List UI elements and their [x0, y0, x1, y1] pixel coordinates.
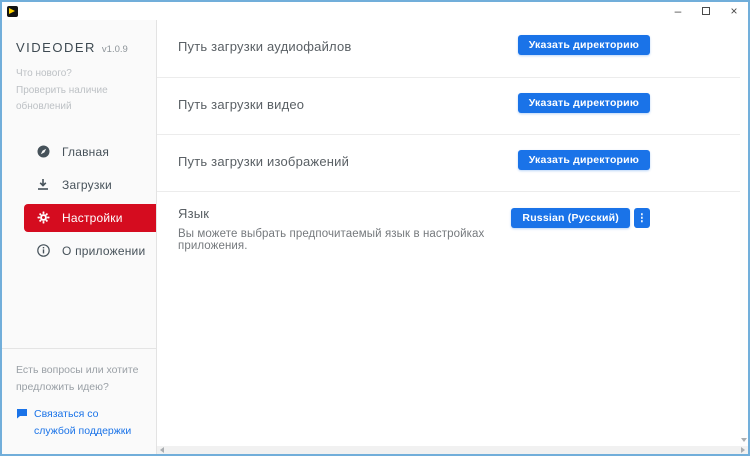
sidebar-item-label: Главная [62, 145, 109, 159]
title-bar: – × [2, 2, 748, 20]
setting-row-images-path: Путь загрузки изображений Указать директ… [157, 135, 740, 192]
language-menu-button[interactable]: ⋮ [634, 208, 650, 228]
support-question-text: Есть вопросы или хотите предложить идею? [16, 362, 142, 396]
choose-directory-button-video[interactable]: Указать директорию [518, 93, 650, 113]
sidebar-footer: Есть вопросы или хотите предложить идею?… [2, 348, 156, 454]
choose-directory-button-images[interactable]: Указать директорию [518, 150, 650, 170]
whats-new-link[interactable]: Что нового? [16, 66, 142, 83]
setting-label: Путь загрузки видео [178, 93, 304, 112]
scroll-left-arrow-icon[interactable] [160, 447, 164, 453]
close-button[interactable]: × [720, 2, 748, 20]
sidebar-header: VIDEODER v1.0.9 Что нового? Проверить на… [2, 20, 156, 116]
horizontal-scrollbar[interactable] [157, 446, 748, 454]
sidebar-item-about[interactable]: О приложении [24, 237, 156, 265]
minimize-button[interactable]: – [664, 2, 692, 20]
maximize-button[interactable] [692, 2, 720, 20]
download-icon [36, 178, 50, 192]
check-updates-link[interactable]: Проверить наличие обновлений [16, 83, 142, 116]
info-icon [36, 244, 50, 258]
contact-support-label: Связаться со службой поддержки [34, 406, 142, 440]
setting-row-video-path: Путь загрузки видео Указать директорию [157, 78, 740, 135]
contact-support-link[interactable]: Связаться со службой поддержки [16, 406, 142, 440]
gear-icon [36, 211, 50, 225]
language-label: Язык [178, 206, 511, 221]
sidebar-item-home[interactable]: Главная [24, 138, 156, 166]
sidebar-item-downloads[interactable]: Загрузки [24, 171, 156, 199]
setting-row-language: Язык Вы можете выбрать предпочитаемый яз… [157, 192, 740, 252]
language-select-button[interactable]: Russian (Русский) [511, 208, 630, 228]
kebab-menu-icon: ⋮ [637, 212, 648, 224]
sidebar-item-label: Настройки [62, 211, 123, 225]
setting-row-audio-path: Путь загрузки аудиофайлов Указать директ… [157, 20, 740, 78]
app-version: v1.0.9 [102, 44, 128, 55]
sidebar-menu: Главная Загрузки [2, 138, 156, 265]
app-logo-icon [7, 6, 18, 17]
language-description: Вы можете выбрать предпочитаемый язык в … [178, 228, 511, 252]
explore-icon [36, 145, 50, 159]
window-controls: – × [664, 2, 748, 20]
chat-icon [16, 408, 28, 440]
scroll-down-arrow-icon[interactable] [741, 438, 747, 442]
sidebar-item-settings[interactable]: Настройки [24, 204, 156, 232]
setting-label: Путь загрузки аудиофайлов [178, 35, 352, 54]
app-name: VIDEODER [16, 40, 96, 55]
app-window: – × VIDEODER v1.0.9 Что нового? Проверит… [0, 0, 750, 456]
vertical-scrollbar[interactable] [740, 20, 748, 446]
settings-panel: Путь загрузки аудиофайлов Указать директ… [157, 20, 748, 446]
sidebar: VIDEODER v1.0.9 Что нового? Проверить на… [2, 20, 157, 454]
maximize-icon [702, 7, 710, 15]
sidebar-item-label: Загрузки [62, 178, 112, 192]
setting-label: Путь загрузки изображений [178, 150, 349, 169]
scroll-right-arrow-icon[interactable] [741, 447, 745, 453]
sidebar-item-label: О приложении [62, 244, 145, 258]
choose-directory-button-audio[interactable]: Указать директорию [518, 35, 650, 55]
